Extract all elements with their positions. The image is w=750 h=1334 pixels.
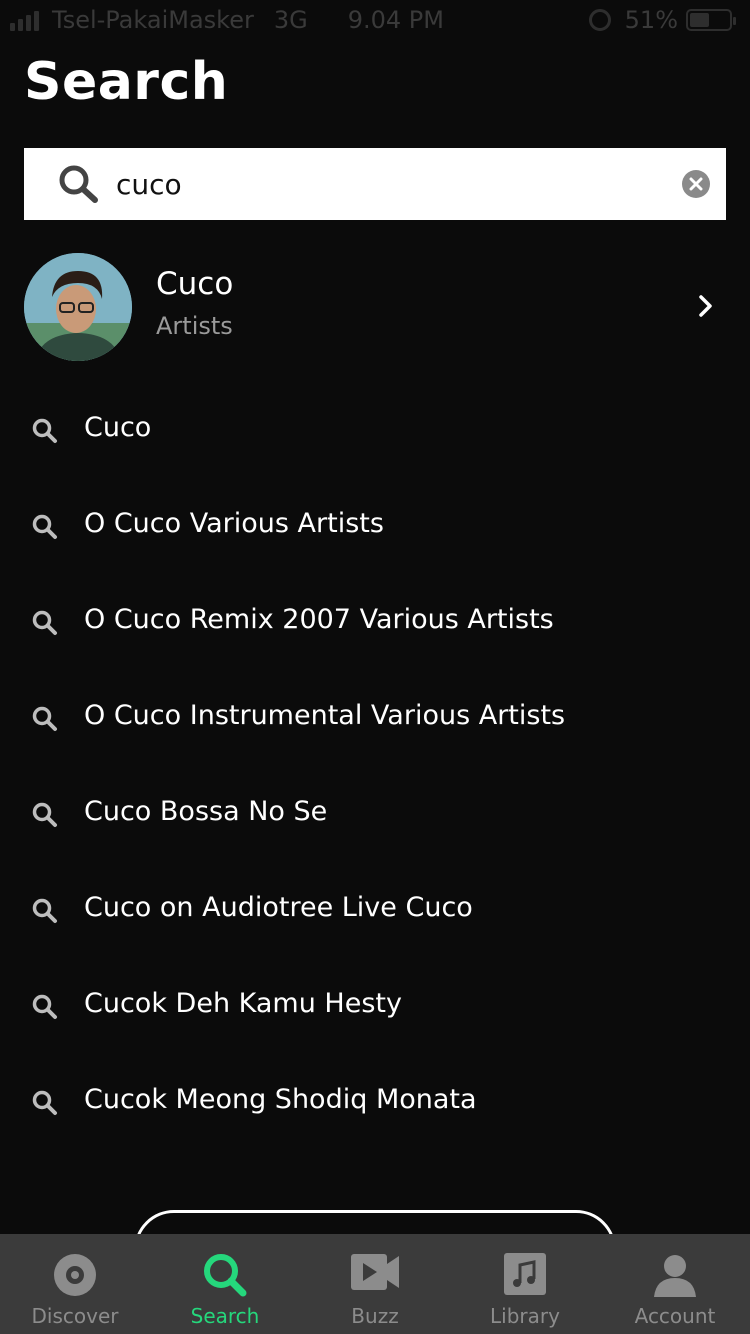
suggestion-label: O Cuco Various Artists <box>84 508 384 539</box>
carrier-name: Tsel-PakaiMasker <box>52 6 254 34</box>
clock: 9.04 PM <box>347 6 444 34</box>
suggestion-label: Cucok Meong Shodiq Monata <box>84 1084 477 1115</box>
search-suggestion[interactable]: Cuco Bossa No Se <box>0 766 750 862</box>
tab-label: Discover <box>31 1304 119 1328</box>
suggestion-label: Cuco <box>84 412 152 443</box>
chevron-right-icon <box>698 294 714 322</box>
rotation-lock-icon <box>588 9 611 31</box>
search-icon <box>32 610 58 640</box>
tab-label: Search <box>190 1304 260 1328</box>
search-suggestion[interactable]: Cucok Deh Kamu Hesty <box>0 958 750 1054</box>
search-icon <box>32 994 58 1024</box>
disc-icon <box>52 1252 98 1302</box>
search-input[interactable] <box>116 162 676 206</box>
artist-name: Cuco <box>156 266 234 302</box>
suggestion-label: Cuco on Audiotree Live Cuco <box>84 892 473 923</box>
suggestion-label: Cucok Deh Kamu Hesty <box>84 988 402 1019</box>
search-icon <box>32 706 58 736</box>
tab-discover[interactable]: Discover <box>0 1234 150 1334</box>
page-title: Search <box>24 52 229 112</box>
search-icon <box>202 1252 248 1302</box>
search-icon <box>32 418 58 448</box>
search-icon <box>32 1090 58 1120</box>
search-suggestion[interactable]: O Cuco Instrumental Various Artists <box>0 670 750 766</box>
network-type: 3G <box>273 6 308 34</box>
video-icon <box>350 1252 400 1296</box>
status-bar: Tsel-PakaiMasker 3G 9.04 PM 51% <box>0 0 750 40</box>
battery-icon <box>686 9 736 31</box>
tab-bar: Discover Search Buzz Library Account <box>0 1234 750 1334</box>
clear-search-button[interactable] <box>682 170 710 198</box>
artist-avatar <box>24 253 132 361</box>
person-icon <box>652 1252 698 1302</box>
search-suggestion[interactable]: O Cuco Various Artists <box>0 478 750 574</box>
tab-library[interactable]: Library <box>450 1234 600 1334</box>
search-suggestion[interactable]: Cuco on Audiotree Live Cuco <box>0 862 750 958</box>
tab-label: Buzz <box>351 1304 399 1328</box>
signal-icon <box>10 9 42 31</box>
search-bar[interactable] <box>24 148 726 220</box>
search-icon <box>32 898 58 928</box>
close-icon <box>689 177 703 191</box>
music-note-icon <box>503 1252 547 1300</box>
artist-type: Artists <box>156 312 233 340</box>
search-suggestion[interactable]: O Cuco Remix 2007 Various Artists <box>0 574 750 670</box>
tab-label: Account <box>634 1304 716 1328</box>
tab-account[interactable]: Account <box>600 1234 750 1334</box>
tab-buzz[interactable]: Buzz <box>300 1234 450 1334</box>
suggestion-label: O Cuco Instrumental Various Artists <box>84 700 566 731</box>
tab-label: Library <box>490 1304 560 1328</box>
tab-search[interactable]: Search <box>150 1234 300 1334</box>
battery-percent: 51% <box>624 6 678 34</box>
suggestion-label: Cuco Bossa No Se <box>84 796 328 827</box>
search-suggestion[interactable]: Cuco <box>0 382 750 478</box>
search-icon <box>58 164 100 208</box>
search-icon <box>32 802 58 832</box>
search-icon <box>32 514 58 544</box>
artist-result-row[interactable]: Cuco Artists <box>0 250 750 364</box>
suggestion-label: O Cuco Remix 2007 Various Artists <box>84 604 554 635</box>
search-suggestion[interactable]: Cucok Meong Shodiq Monata <box>0 1054 750 1150</box>
